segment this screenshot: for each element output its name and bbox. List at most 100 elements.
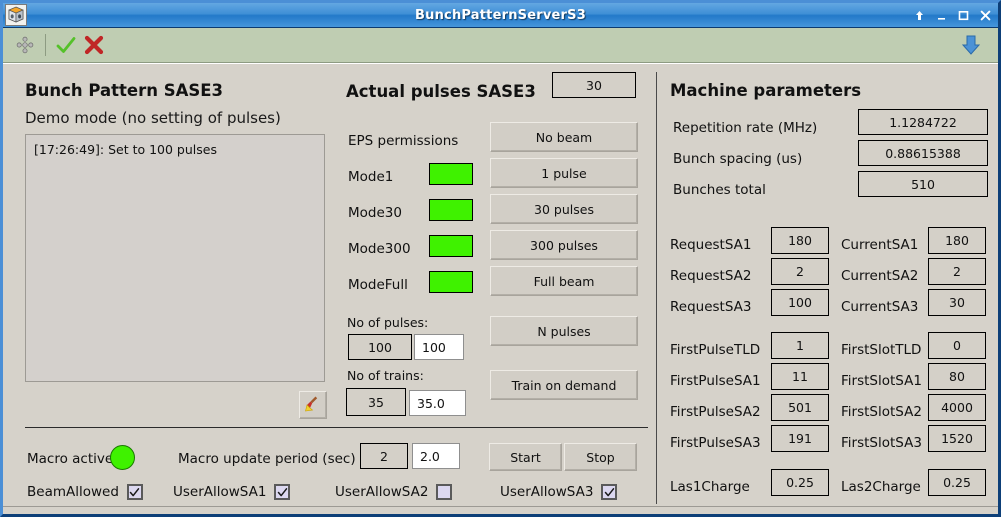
one-pulse-button[interactable]: 1 pulse <box>490 158 638 188</box>
las1-charge-label: Las1Charge <box>670 479 750 495</box>
no-of-trains-readback: 35 <box>346 388 406 416</box>
first-pulse-sa3-value: 191 <box>771 425 829 452</box>
app-icon <box>5 4 27 26</box>
right-panel-title: Machine parameters <box>670 81 862 100</box>
user-allow-sa2-label: UserAllowSA2 <box>335 484 429 500</box>
request-sa2-label: RequestSA2 <box>670 268 752 284</box>
first-pulse-sa3-label: FirstPulseSA3 <box>670 435 761 451</box>
first-slot-tld-label: FirstSlotTLD <box>841 342 922 358</box>
macro-period-input[interactable]: 2.0 <box>412 443 460 469</box>
no-of-trains-input[interactable]: 35.0 <box>409 390 466 416</box>
current-sa2-label: CurrentSA2 <box>841 268 919 284</box>
request-sa3-value: 100 <box>771 289 829 316</box>
log-output[interactable]: [17:26:49]: Set to 100 pulses <box>25 134 325 382</box>
start-button[interactable]: Start <box>489 443 562 471</box>
eps-permissions-label: EPS permissions <box>348 133 459 149</box>
las1-charge-value: 0.25 <box>771 469 829 496</box>
no-of-pulses-readback: 100 <box>348 334 412 360</box>
request-sa1-label: RequestSA1 <box>670 237 752 253</box>
first-slot-sa1-value: 80 <box>928 363 986 390</box>
current-sa3-label: CurrentSA3 <box>841 299 919 315</box>
check-icon <box>604 487 615 496</box>
first-slot-sa2-value: 4000 <box>928 394 986 421</box>
broom-icon <box>304 395 322 416</box>
beam-allowed-label: BeamAllowed <box>27 484 119 500</box>
user-allow-sa3-checkbox-row[interactable]: UserAllowSA3 <box>500 484 618 500</box>
user-allow-sa2-checkbox[interactable] <box>436 484 453 500</box>
close-button[interactable] <box>979 9 992 22</box>
first-pulse-tld-value: 1 <box>771 332 829 359</box>
first-pulse-sa1-label: FirstPulseSA1 <box>670 373 761 389</box>
no-of-trains-label: No of trains: <box>347 368 424 383</box>
request-sa1-value: 180 <box>771 227 829 254</box>
current-sa2-value: 2 <box>928 258 986 285</box>
first-slot-sa3-label: FirstSlotSA3 <box>841 435 922 451</box>
bunches-total-value: 510 <box>858 171 988 197</box>
repetition-rate-value: 1.1284722 <box>858 109 988 135</box>
window-controls <box>913 9 992 22</box>
client-area: Bunch Pattern SASE3 Demo mode (no settin… <box>3 63 998 506</box>
modefull-label: ModeFull <box>348 277 408 293</box>
request-sa3-label: RequestSA3 <box>670 299 752 315</box>
macro-active-label: Macro active <box>27 451 114 467</box>
thirty-pulses-button[interactable]: 30 pulses <box>490 194 638 224</box>
collapse-down-arrow-icon[interactable] <box>960 32 982 58</box>
always-on-top-button[interactable] <box>913 9 926 22</box>
first-slot-sa2-label: FirstSlotSA2 <box>841 404 922 420</box>
check-icon <box>277 487 288 496</box>
first-pulse-sa2-label: FirstPulseSA2 <box>670 404 761 420</box>
no-of-pulses-label: No of pulses: <box>347 315 429 330</box>
user-allow-sa1-label: UserAllowSA1 <box>173 484 267 500</box>
check-icon <box>130 487 140 496</box>
first-slot-sa3-value: 1520 <box>928 425 986 452</box>
repetition-rate-label: Repetition rate (MHz) <box>673 120 818 136</box>
apply-check-icon[interactable] <box>52 31 80 59</box>
application-window: BunchPatternServerS3 Bunch Pattern SASE3… <box>0 0 1001 517</box>
bunches-total-label: Bunches total <box>673 182 766 198</box>
mode30-indicator <box>429 199 473 221</box>
left-panel-subtitle: Demo mode (no setting of pulses) <box>25 109 281 127</box>
minimize-button[interactable] <box>935 9 948 22</box>
status-bar <box>3 506 998 514</box>
first-pulse-sa2-value: 501 <box>771 394 829 421</box>
n-pulses-button[interactable]: N pulses <box>490 316 638 346</box>
mode1-label: Mode1 <box>348 169 394 185</box>
first-pulse-tld-label: FirstPulseTLD <box>670 342 761 358</box>
toolbar <box>3 28 998 63</box>
request-sa2-value: 2 <box>771 258 829 285</box>
no-beam-button[interactable]: No beam <box>490 122 638 152</box>
no-of-pulses-input[interactable]: 100 <box>414 334 464 360</box>
train-on-demand-button[interactable]: Train on demand <box>490 370 638 400</box>
bunch-spacing-value: 0.88615388 <box>858 140 988 166</box>
user-allow-sa3-checkbox[interactable] <box>601 484 618 500</box>
three-hundred-pulses-button[interactable]: 300 pulses <box>490 230 638 260</box>
actual-pulses-display: 30 <box>552 72 636 98</box>
stop-button[interactable]: Stop <box>564 443 637 471</box>
title-bar[interactable]: BunchPatternServerS3 <box>3 3 998 28</box>
modefull-indicator <box>429 271 473 293</box>
clear-log-button[interactable] <box>299 391 327 419</box>
center-panel-title: Actual pulses SASE3 <box>346 82 536 101</box>
move-handle-icon[interactable] <box>11 31 39 59</box>
current-sa1-value: 180 <box>928 227 986 254</box>
first-slot-sa1-label: FirstSlotSA1 <box>841 373 922 389</box>
maximize-button[interactable] <box>957 9 970 22</box>
cancel-cross-icon[interactable] <box>80 31 108 59</box>
macro-period-readback: 2 <box>360 443 408 469</box>
user-allow-sa2-checkbox-row[interactable]: UserAllowSA2 <box>335 484 453 500</box>
mode1-indicator <box>429 163 473 185</box>
current-sa3-value: 30 <box>928 289 986 316</box>
beam-allowed-checkbox[interactable] <box>126 484 143 500</box>
beam-allowed-checkbox-row[interactable]: BeamAllowed <box>27 484 143 500</box>
user-allow-sa1-checkbox[interactable] <box>274 484 291 500</box>
left-panel-title: Bunch Pattern SASE3 <box>25 81 224 100</box>
macro-period-label: Macro update period (sec) <box>178 451 356 467</box>
mode300-indicator <box>429 235 473 257</box>
full-beam-button[interactable]: Full beam <box>490 266 638 296</box>
las2-charge-label: Las2Charge <box>841 479 921 495</box>
macro-active-indicator <box>110 445 135 470</box>
panel-divider-vertical <box>656 72 657 504</box>
mode300-label: Mode300 <box>348 241 411 257</box>
user-allow-sa1-checkbox-row[interactable]: UserAllowSA1 <box>173 484 291 500</box>
las2-charge-value: 0.25 <box>928 469 986 496</box>
